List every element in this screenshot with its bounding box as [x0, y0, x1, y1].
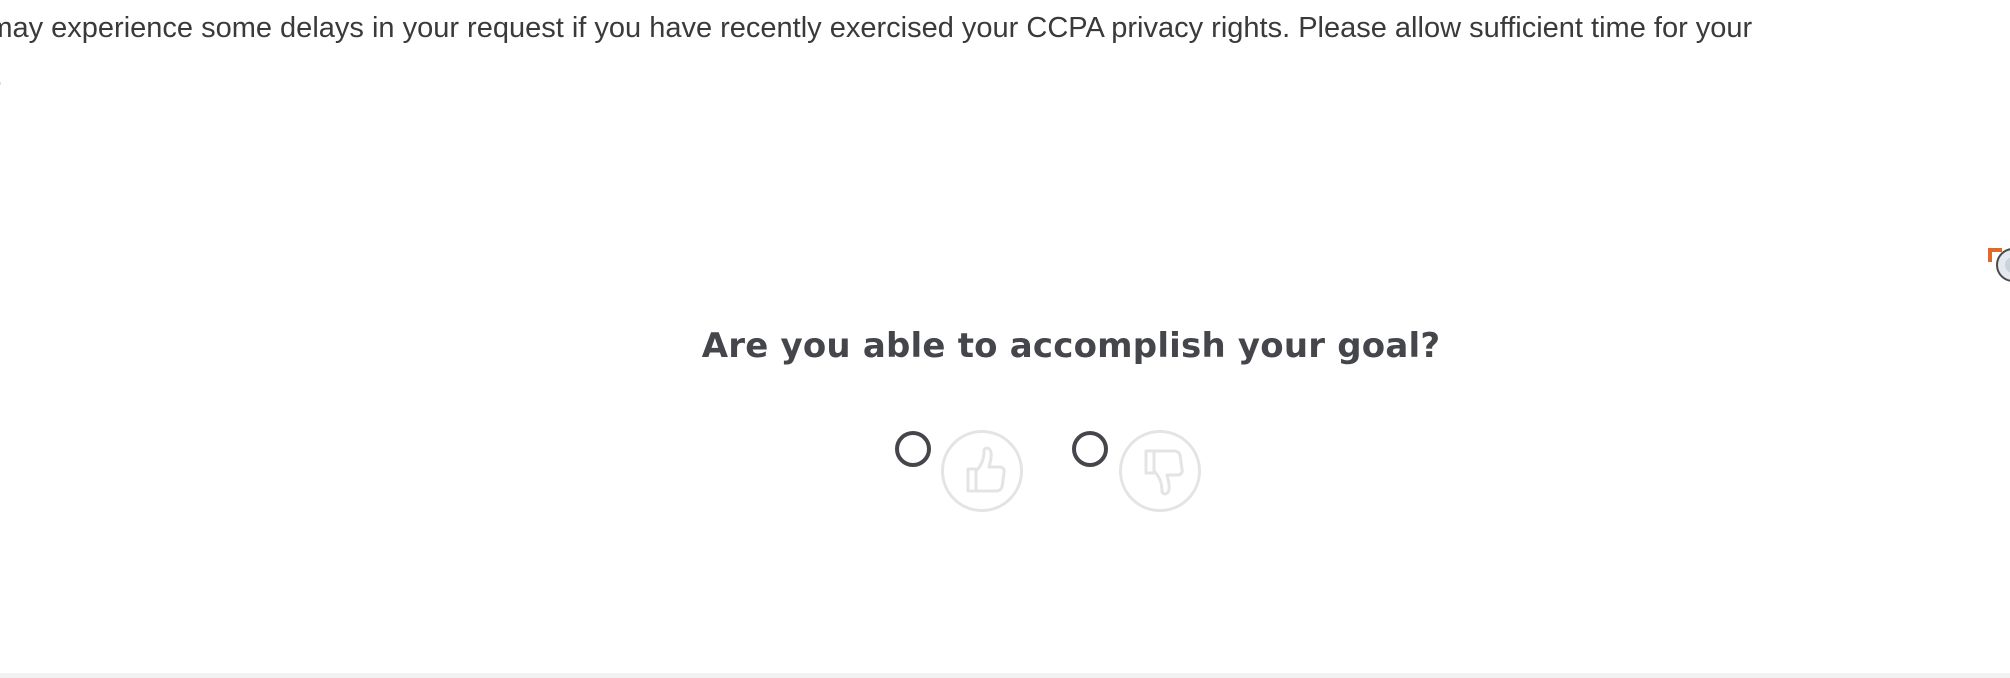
radio-yes[interactable]	[895, 431, 931, 467]
feedback-widget-tab[interactable]	[1984, 240, 2010, 304]
thumbs-down-button[interactable]	[1119, 430, 1201, 512]
thumbs-down-icon	[1144, 449, 1184, 496]
thumbs-up-icon	[966, 446, 1006, 493]
radio-no[interactable]	[1072, 431, 1108, 467]
footer-divider	[0, 673, 2010, 678]
privacy-notice-line-2: sed.	[0, 52, 2010, 100]
privacy-notice: ou may experience some delays in your re…	[0, 4, 2010, 100]
feedback-question: Are you able to accomplish your goal?	[701, 326, 1441, 366]
thumbs-up-button[interactable]	[941, 430, 1023, 512]
privacy-notice-line-1: ou may experience some delays in your re…	[0, 12, 1753, 44]
